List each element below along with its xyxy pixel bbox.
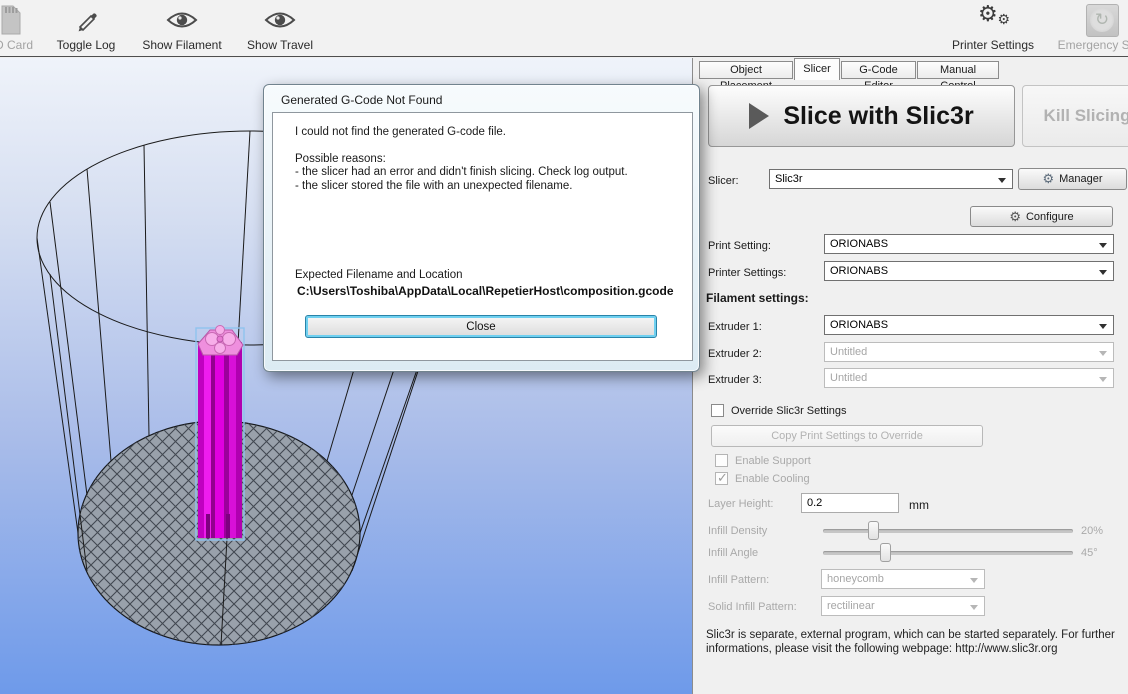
chevron-down-icon [998,178,1006,183]
pencil-icon [72,4,100,36]
infill-density-label: Infill Density [708,525,767,537]
extruder1-select[interactable]: ORIONABS [824,315,1114,335]
configure-button[interactable]: ⚙ Configure [970,206,1113,227]
layer-height-input[interactable] [801,493,899,513]
show-travel-label: Show Travel [247,38,313,52]
chevron-down-icon [970,605,978,610]
manager-button[interactable]: ⚙ Manager [1018,168,1127,190]
repetier-host-window: SD Card Toggle Log Show Filament Show Tr… [0,0,1128,694]
emergency-stop-icon: ↻ [1086,4,1119,36]
chevron-down-icon [1099,351,1107,356]
print-setting-select[interactable]: ORIONABS [824,234,1114,254]
enable-cooling-label: Enable Cooling [735,473,810,485]
layer-height-unit: mm [909,498,929,512]
expected-filename-path: C:\Users\Toshiba\AppData\Local\RepetierH… [297,284,674,298]
emergency-stop-button: ↻ Emergency Stop [1048,0,1128,56]
main-toolbar: SD Card Toggle Log Show Filament Show Tr… [0,0,1128,57]
tab-gcode-editor[interactable]: G-Code Editor [841,61,916,79]
expected-filename-label: Expected Filename and Location [295,269,463,281]
extruder1-label: Extruder 1: [708,321,762,333]
infill-pattern-select: honeycomb [821,569,985,589]
slice-button[interactable]: Slice with Slic3r [708,85,1015,147]
override-settings-label: Override Slic3r Settings [731,405,847,417]
close-button[interactable]: Close [305,315,657,338]
chevron-down-icon [1099,270,1107,275]
extruder3-select: Untitled [824,368,1114,388]
print-setting-label: Print Setting: [708,240,771,252]
layer-height-label: Layer Height: [708,498,773,510]
chevron-down-icon [1099,324,1107,329]
dialog-message: I could not find the generated G-code fi… [295,126,628,193]
emergency-stop-label: Emergency Stop [1058,38,1128,52]
override-settings-checkbox[interactable] [711,404,724,417]
sd-card-label: SD Card [0,38,33,52]
printer-settings-label: Printer Settings [952,38,1034,52]
chevron-down-icon [1099,243,1107,248]
sd-card-button: SD Card [0,0,36,56]
sd-card-icon [0,4,22,36]
model-object[interactable] [196,326,244,541]
eye-icon [165,4,199,36]
tab-manual-control[interactable]: Manual Control [917,61,999,79]
infill-density-slider[interactable] [823,529,1073,533]
show-filament-button[interactable]: Show Filament [134,0,230,56]
slicer-label: Slicer: [708,175,739,187]
gear-icon: ⚙ [1042,171,1054,187]
toggle-log-label: Toggle Log [57,38,116,52]
copy-print-settings-button: Copy Print Settings to Override [711,425,983,447]
printer-settings-label: Printer Settings: [708,267,786,279]
filament-settings-heading: Filament settings: [706,291,809,305]
infill-angle-slider[interactable] [823,551,1073,555]
kill-slicing-button: Kill Slicing [1022,85,1128,147]
show-travel-button[interactable]: Show Travel [236,0,324,56]
play-icon [749,103,769,129]
tab-slicer[interactable]: Slicer [794,58,840,80]
infill-angle-slider-thumb[interactable] [880,543,891,562]
chevron-down-icon [1099,377,1107,382]
gcode-not-found-dialog: Generated G-Code Not Found I could not f… [263,84,700,372]
solid-infill-pattern-select: rectilinear [821,596,985,616]
dialog-title: Generated G-Code Not Found [281,93,442,107]
slicer-panel: Object Placement Slicer G-Code Editor Ma… [692,58,1128,694]
dialog-body: I could not find the generated G-code fi… [272,112,693,361]
tab-strip: Object Placement Slicer G-Code Editor Ma… [693,58,1128,79]
slicer-select[interactable]: Slic3r [769,169,1013,189]
enable-support-checkbox [715,454,728,467]
show-filament-label: Show Filament [142,38,221,52]
solid-infill-pattern-label: Solid Infill Pattern: [708,601,797,613]
eye-icon [263,4,297,36]
chevron-down-icon [970,578,978,583]
gear-icon: ⚙ [1009,209,1021,225]
tab-object-placement[interactable]: Object Placement [699,61,793,79]
slic3r-info-note: Slic3r is separate, external program, wh… [706,628,1124,656]
extruder2-select: Untitled [824,342,1114,362]
infill-density-slider-thumb[interactable] [868,521,879,540]
extruder2-label: Extruder 2: [708,348,762,360]
infill-pattern-label: Infill Pattern: [708,574,769,586]
infill-angle-label: Infill Angle [708,547,758,559]
toggle-log-button[interactable]: Toggle Log [44,0,128,56]
printer-settings-select[interactable]: ORIONABS [824,261,1114,281]
infill-density-value: 20% [1081,525,1103,537]
enable-cooling-checkbox [715,472,728,485]
gears-icon: ⚙⚙ [976,4,1010,36]
infill-angle-value: 45° [1081,547,1098,559]
extruder3-label: Extruder 3: [708,374,762,386]
enable-support-label: Enable Support [735,455,811,467]
printer-settings-button[interactable]: ⚙⚙ Printer Settings [938,0,1048,56]
